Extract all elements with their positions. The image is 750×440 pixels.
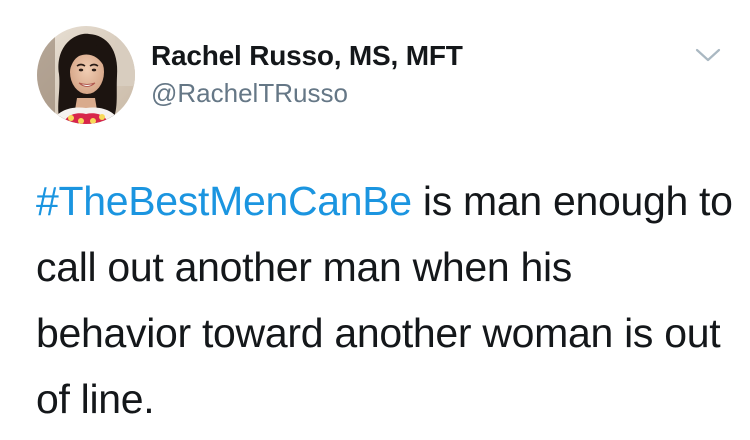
tweet-menu-button[interactable] <box>694 44 722 66</box>
tweet-text: #TheBestMenCanBe is man enough to call o… <box>36 168 736 432</box>
avatar[interactable] <box>37 26 135 124</box>
tweet: Rachel Russo, MS, MFT @RachelTRusso #The… <box>0 0 750 440</box>
chevron-down-icon <box>695 48 721 62</box>
author-handle[interactable]: @RachelTRusso <box>151 78 348 109</box>
avatar-photo <box>37 26 135 124</box>
author-display-name[interactable]: Rachel Russo, MS, MFT <box>151 40 463 72</box>
hashtag-link[interactable]: #TheBestMenCanBe <box>36 178 412 224</box>
